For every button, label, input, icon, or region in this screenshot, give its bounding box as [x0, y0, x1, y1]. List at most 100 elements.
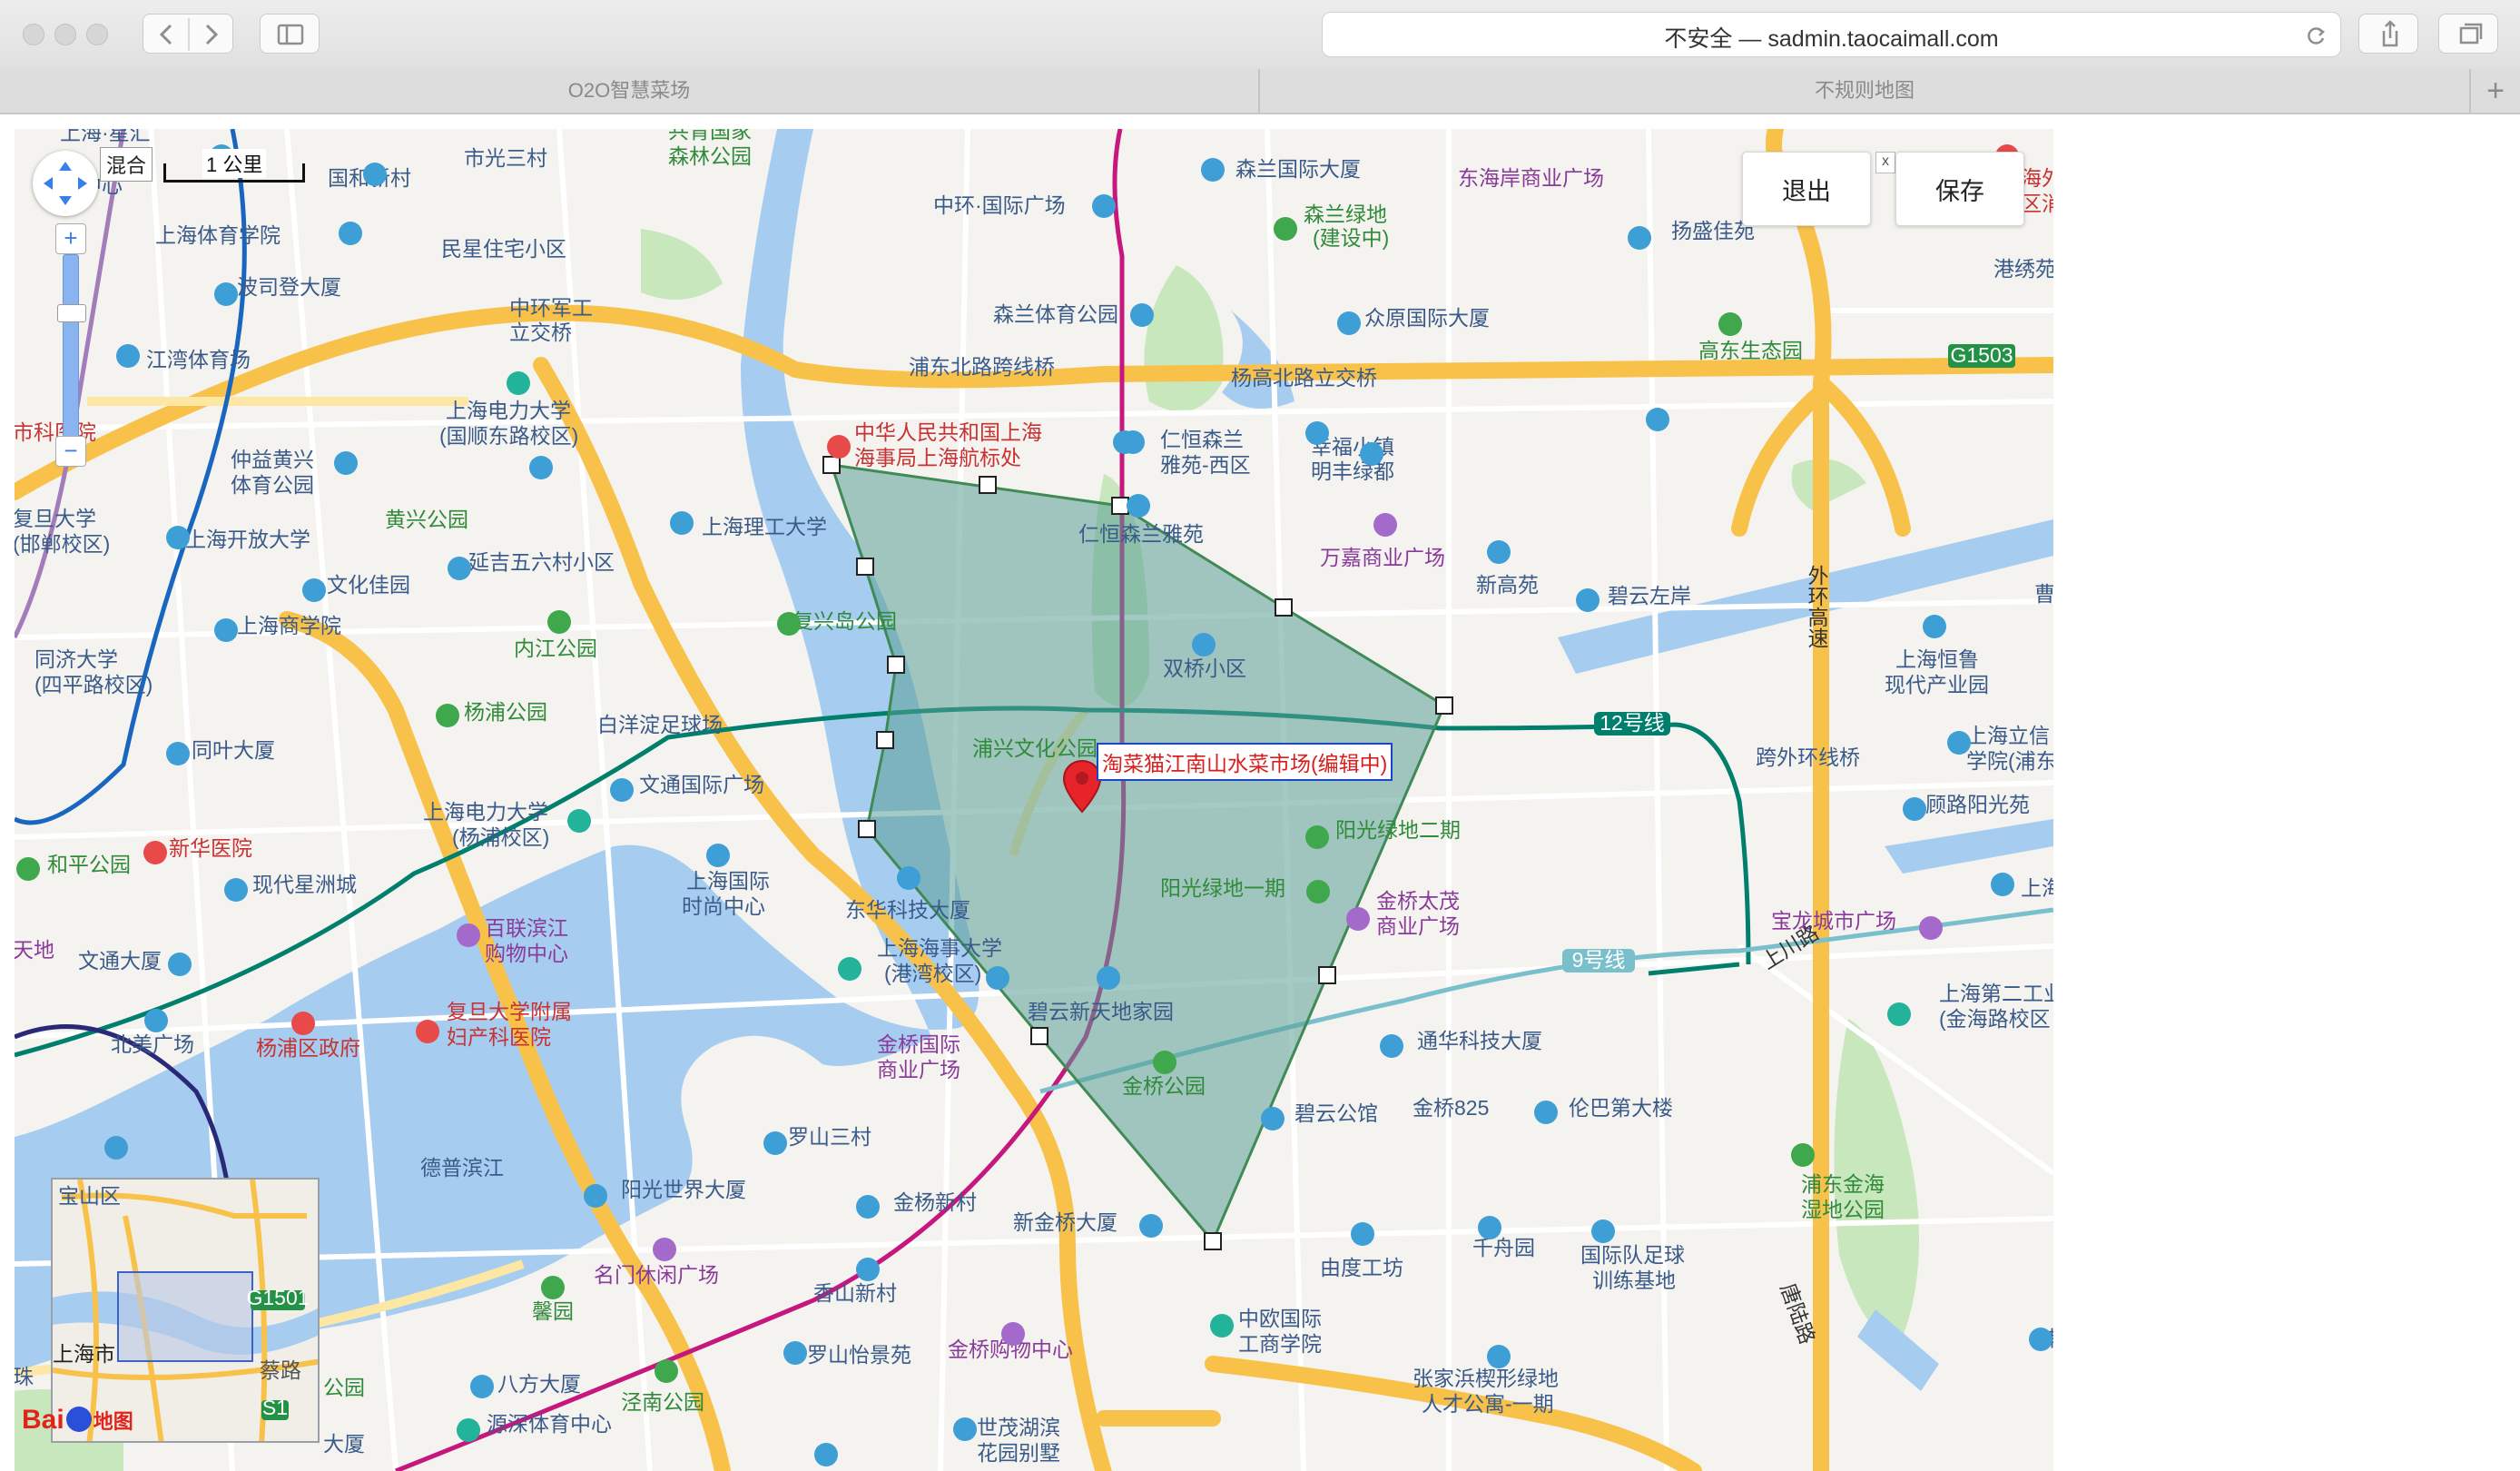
overview-minimap[interactable]: G1501 S1 蔡路 上海市 宝山区 [51, 1178, 320, 1443]
svg-text:顾路阳光苑: 顾路阳光苑 [1925, 793, 2030, 816]
svg-text:共青国家: 共青国家 [668, 129, 752, 143]
chevron-left-icon[interactable] [143, 15, 234, 54]
svg-text:现代星洲城: 现代星洲城 [252, 873, 357, 896]
svg-text:香山新村: 香山新村 [813, 1281, 897, 1305]
pan-control[interactable] [33, 151, 98, 216]
tab-o2o[interactable]: O2O智慧菜场 [0, 69, 1258, 113]
svg-text:白洋淀足球场: 白洋淀足球场 [597, 713, 723, 736]
zoom-slider-handle[interactable] [57, 304, 86, 322]
tabs-overview-button[interactable] [2438, 14, 2498, 54]
svg-text:碧云公馆: 碧云公馆 [1294, 1101, 1378, 1125]
svg-text:德普滨江: 德普滨江 [420, 1156, 504, 1180]
scale-bar: 1 公里 [163, 149, 305, 183]
svg-text:市光三村: 市光三村 [464, 146, 547, 170]
minimize-window-button[interactable] [54, 24, 76, 45]
svg-text:森兰国际大厦: 森兰国际大厦 [1235, 157, 1361, 181]
svg-text:东海岸商业广场: 东海岸商业广场 [1458, 166, 1604, 190]
map-canvas[interactable]: 12号线 9号线 G1503 上海·星汇 共青国家 森林公园 森兰国际大厦 东海… [15, 129, 2053, 1471]
svg-text:阳光绿地一期: 阳光绿地一期 [1160, 876, 1285, 900]
url-text: 不安全 — sadmin.taocaimall.com [1664, 26, 1999, 52]
svg-text:仲益黄兴: 仲益黄兴 [231, 448, 314, 471]
svg-text:(金海路校区: (金海路校区 [1939, 1007, 2051, 1031]
svg-text:双桥小区: 双桥小区 [1163, 657, 1246, 680]
svg-text:金桥公园: 金桥公园 [1122, 1074, 1206, 1098]
svg-text:天地: 天地 [15, 938, 54, 962]
svg-text:中环·国际广场: 中环·国际广场 [933, 193, 1066, 217]
svg-text:杨高北路立交桥: 杨高北路立交桥 [1231, 366, 1377, 390]
svg-text:工商学院: 工商学院 [1238, 1332, 1322, 1356]
svg-text:时尚中心: 时尚中心 [682, 894, 765, 918]
svg-text:购物中心: 购物中心 [485, 942, 568, 965]
reload-icon[interactable] [2304, 24, 2328, 47]
svg-text:上海商学院: 上海商学院 [237, 614, 341, 637]
svg-text:学院(浦东: 学院(浦东 [1966, 749, 2053, 773]
svg-text:阳光世界大厦: 阳光世界大厦 [621, 1178, 746, 1201]
svg-text:黄兴公园: 黄兴公园 [385, 508, 468, 531]
save-button[interactable]: 保存 [1895, 152, 2024, 226]
close-button[interactable]: x [1875, 152, 1895, 173]
svg-text:商业广场: 商业广场 [877, 1058, 960, 1081]
svg-text:世茂湖滨: 世茂湖滨 [977, 1416, 1060, 1439]
tab-bar: O2O智慧菜场 不规则地图 + [0, 69, 2520, 114]
svg-text:宝龙城市广场: 宝龙城市广场 [1771, 909, 1896, 933]
svg-text:名门休闲广场: 名门休闲广场 [594, 1263, 719, 1287]
svg-text:复兴岛公园: 复兴岛公园 [792, 609, 897, 633]
svg-text:伦巴第大楼: 伦巴第大楼 [1569, 1096, 1673, 1120]
svg-text:百联滨江: 百联滨江 [485, 916, 568, 940]
tab-irregular-map[interactable]: 不规则地图 [1260, 69, 2469, 113]
svg-text:和平公园: 和平公园 [47, 853, 131, 876]
svg-text:上海电力大学: 上海电力大学 [423, 800, 548, 824]
svg-text:金桥825: 金桥825 [1413, 1096, 1489, 1120]
zoom-window-button[interactable] [86, 24, 108, 45]
zoom-out-button[interactable]: − [55, 436, 86, 467]
svg-text:12号线: 12号线 [1600, 711, 1665, 735]
svg-text:复旦大学: 复旦大学 [15, 507, 96, 530]
svg-text:上海市: 上海市 [53, 1342, 115, 1366]
svg-text:罗山三村: 罗山三村 [788, 1125, 871, 1149]
svg-text:森兰绿地: 森兰绿地 [1304, 202, 1387, 226]
zoom-slider-track[interactable] [57, 254, 86, 438]
svg-text:(建设中): (建设中) [1313, 226, 1389, 250]
svg-text:文通国际广场: 文通国际广场 [639, 773, 764, 796]
svg-text:G1503: G1503 [1950, 343, 2013, 367]
svg-text:罗山怡景苑: 罗山怡景苑 [807, 1343, 911, 1367]
sidebar-button[interactable] [260, 14, 320, 54]
svg-text:北美广场: 北美广场 [111, 1032, 194, 1056]
share-icon [2382, 20, 2398, 47]
svg-text:碧云新天地家园: 碧云新天地家园 [1028, 1000, 1174, 1023]
svg-text:上海体育学院: 上海体育学院 [155, 223, 281, 247]
svg-text:金杨新村: 金杨新村 [893, 1190, 977, 1214]
svg-text:民星住宅小区: 民星住宅小区 [441, 237, 566, 261]
exit-button[interactable]: 退出 [1742, 152, 1871, 226]
svg-text:文通大厦: 文通大厦 [78, 949, 162, 972]
svg-text:宝山区: 宝山区 [58, 1184, 121, 1208]
map-type-toggle[interactable]: 混合 [100, 147, 153, 182]
svg-text:阳光绿地二期: 阳光绿地二期 [1335, 818, 1461, 842]
svg-text:立交桥: 立交桥 [509, 321, 572, 344]
svg-text:曹: 曹 [2034, 582, 2053, 606]
zoom-in-button[interactable]: + [55, 223, 86, 254]
svg-text:S1: S1 [262, 1396, 288, 1419]
svg-text:杨浦区政府: 杨浦区政府 [256, 1036, 360, 1060]
svg-text:中华人民共和国上海: 中华人民共和国上海 [854, 420, 1042, 444]
new-tab-button[interactable]: + [2471, 69, 2520, 113]
svg-text:森兰体育公园: 森兰体育公园 [993, 302, 1118, 326]
svg-text:浦东北路跨线桥: 浦东北路跨线桥 [909, 355, 1055, 379]
svg-text:区消: 区消 [2021, 192, 2053, 215]
svg-text:G1501: G1501 [246, 1286, 309, 1309]
svg-text:馨园: 馨园 [532, 1299, 574, 1323]
svg-text:雅苑-西区: 雅苑-西区 [1160, 453, 1251, 477]
svg-text:(四平路校区): (四平路校区) [34, 673, 153, 696]
svg-text:上海: 上海 [2021, 876, 2053, 900]
share-button[interactable] [2358, 14, 2418, 54]
svg-text:仁恒森兰雅苑: 仁恒森兰雅苑 [1078, 522, 1204, 546]
market-label[interactable]: 淘菜猫江南山水菜市场(编辑中) [1097, 743, 1393, 781]
sidebar-icon [277, 24, 304, 45]
url-bar[interactable]: 不安全 — sadmin.taocaimall.com [1322, 12, 2341, 57]
close-window-button[interactable] [23, 24, 44, 45]
svg-text:海外: 海外 [2021, 166, 2053, 190]
svg-text:由度工坊: 由度工坊 [1320, 1256, 1403, 1279]
svg-text:湿地公园: 湿地公园 [1801, 1198, 1885, 1221]
svg-text:文化佳园: 文化佳园 [327, 573, 410, 597]
svg-text:中环军工: 中环军工 [509, 296, 593, 320]
